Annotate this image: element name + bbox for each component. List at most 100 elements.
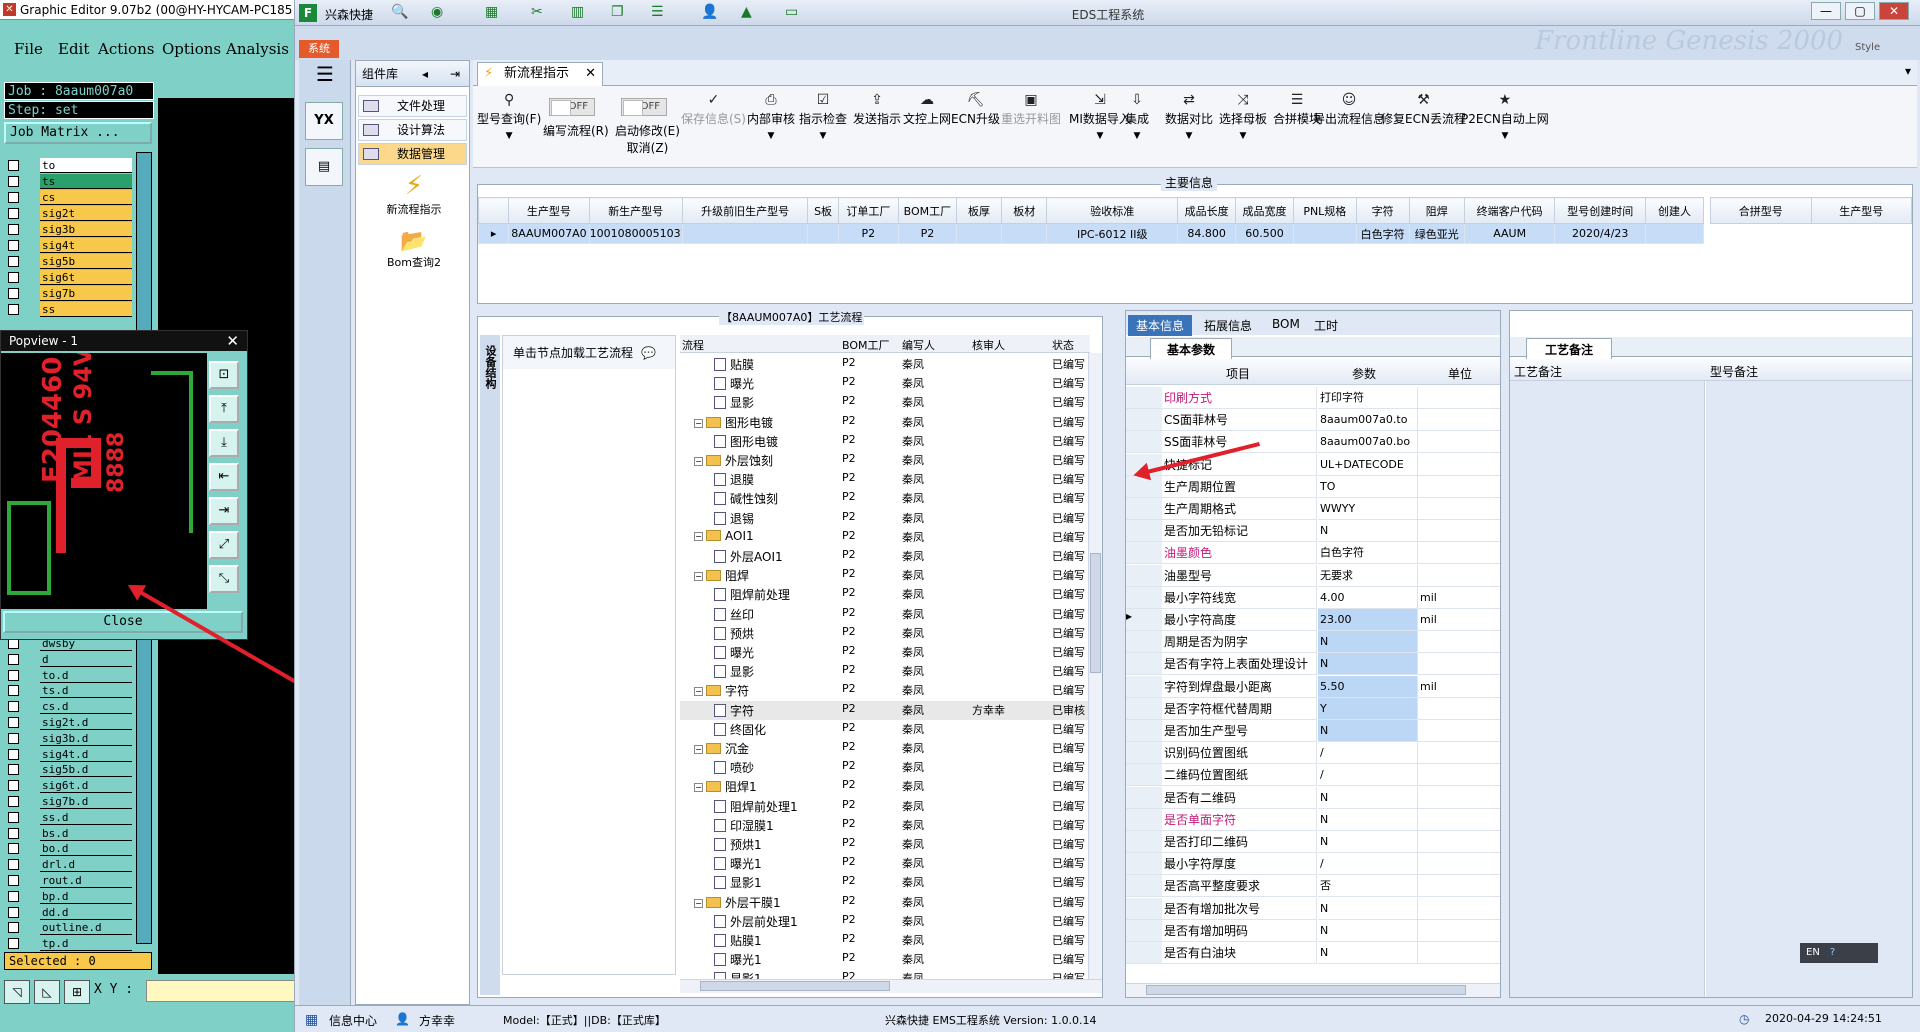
quick-window-icon[interactable]: ▭ xyxy=(785,4,798,20)
main-info-col-header[interactable]: 成品宽度 xyxy=(1235,197,1294,224)
collapse-toggle-icon[interactable]: − xyxy=(694,418,703,428)
toolbar-button-0[interactable]: ⚲ 型号查询(F) ▼ xyxy=(477,90,541,164)
col-unit[interactable]: 单位 xyxy=(1448,365,1472,382)
toggle-switch[interactable]: OFF xyxy=(549,98,595,116)
collapse-toggle-icon[interactable]: − xyxy=(694,531,703,541)
param-row[interactable]: 最小字符厚度 / xyxy=(1126,853,1500,876)
dropdown-arrow-icon[interactable]: ▼ xyxy=(747,131,795,141)
quick-cut-icon[interactable]: ✂ xyxy=(531,4,543,20)
layer-item[interactable]: bo.d xyxy=(8,841,132,857)
quick-search-icon[interactable]: 🔍 xyxy=(391,4,408,20)
main-info-col-header[interactable]: 创建人 xyxy=(1644,197,1705,224)
layer-item[interactable]: rout.d xyxy=(8,873,132,888)
toolbar-button-4[interactable]: ⎙ 内部审核 ▼ xyxy=(747,90,795,164)
flow-tree-row[interactable]: 退膜 P2 秦凤 已编写 xyxy=(680,470,1090,489)
toolbar-button-15[interactable]: ☺ 导出流程信息 xyxy=(1313,90,1385,164)
collapse-toggle-icon[interactable]: − xyxy=(694,745,703,754)
layer-item[interactable]: to.d xyxy=(8,667,132,683)
param-value[interactable]: / xyxy=(1318,853,1418,876)
process-remarks-area[interactable] xyxy=(1510,381,1705,997)
param-row[interactable]: 周期是否为阴字 N xyxy=(1126,631,1500,654)
main-info-col-header[interactable]: 型号创建时间 xyxy=(1554,197,1646,224)
flow-tree-row[interactable]: − AOI1 P2 秦凤 已编写 xyxy=(680,528,1090,547)
layer-checkbox[interactable] xyxy=(8,764,19,776)
col-status[interactable]: 状态 xyxy=(1052,337,1074,353)
menu-actions[interactable]: Actions xyxy=(98,40,154,58)
collapse-toggle-icon[interactable]: − xyxy=(694,457,703,466)
main-info-cell[interactable]: 白色字符 xyxy=(1355,223,1410,244)
param-value[interactable]: N xyxy=(1318,520,1418,543)
layer-checkbox[interactable] xyxy=(8,192,19,203)
layer-item[interactable]: dd.d xyxy=(8,904,132,920)
component-data-management[interactable]: 数据管理 xyxy=(358,143,467,165)
toggle-switch[interactable]: OFF xyxy=(621,98,667,116)
layer-checkbox[interactable] xyxy=(8,272,19,283)
layer-item[interactable]: d xyxy=(8,651,132,667)
main-info-col-header[interactable]: 板厚 xyxy=(955,197,1003,224)
menu-file[interactable]: File xyxy=(14,40,43,58)
flow-tree-row[interactable]: 阻焊前处理 P2 秦凤 已编写 xyxy=(680,585,1090,604)
layer-item[interactable]: drl.d xyxy=(8,857,132,873)
layer-item[interactable]: cs xyxy=(8,190,132,205)
dropdown-arrow-icon[interactable]: ▼ xyxy=(477,131,541,141)
toolbar-sublabel[interactable]: 取消(Z) xyxy=(615,139,680,156)
collapse-arrow-icon[interactable]: ◂ xyxy=(422,61,428,87)
main-info-cell[interactable]: 绿色亚光 xyxy=(1408,223,1465,244)
layer-checkbox[interactable] xyxy=(8,938,19,950)
grid-icon[interactable]: ⊞ xyxy=(64,980,90,1004)
toolbar-button-1[interactable]: OFF 编写流程(R) xyxy=(543,90,609,164)
main-info-col-header[interactable]: 新生产型号 xyxy=(588,197,683,224)
param-value[interactable]: 打印字符 xyxy=(1318,387,1418,409)
param-value[interactable]: WWYY xyxy=(1318,498,1418,520)
collapse-toggle-icon[interactable]: − xyxy=(694,898,703,908)
toolbar-button-11[interactable]: ⇩ 集成 ▼ xyxy=(1125,90,1149,164)
flow-tree-row[interactable]: 曝光 P2 秦凤 已编写 xyxy=(680,643,1090,662)
col-item[interactable]: 项目 xyxy=(1226,365,1250,382)
quick-copy-icon[interactable]: ❐ xyxy=(611,4,624,20)
view-fit-icon[interactable]: ⊡ xyxy=(209,361,239,389)
flow-tree-row[interactable]: 碱性蚀刻 P2 秦凤 已编写 xyxy=(680,489,1090,508)
main-info-col-header[interactable]: S板 xyxy=(807,197,839,224)
view-pan-down-icon[interactable]: ⤓ xyxy=(209,429,239,457)
collapse-toggle-icon[interactable]: − xyxy=(694,783,703,793)
param-row[interactable]: 是否单面字符 N xyxy=(1126,808,1500,831)
flow-tree-row[interactable]: − 外层干膜1 P2 秦凤 已编写 xyxy=(680,893,1090,912)
job-field[interactable]: Job : 8aaum007a0 xyxy=(4,82,154,100)
grid-apps-icon[interactable]: ▦ xyxy=(305,1012,318,1028)
param-value[interactable]: N xyxy=(1318,831,1418,853)
flow-tree-row[interactable]: 曝光 P2 秦凤 已编写 xyxy=(680,374,1090,393)
job-matrix-button[interactable]: Job Matrix ... xyxy=(4,122,152,144)
param-value[interactable]: 5.50 xyxy=(1318,675,1418,698)
param-row[interactable]: 油墨型号 无要求 xyxy=(1126,564,1500,587)
view-pan-right-icon[interactable]: ⇥ xyxy=(209,497,239,525)
dropdown-arrow-icon[interactable]: ▼ xyxy=(1069,131,1131,141)
popview-close-icon[interactable]: ✕ xyxy=(226,331,239,351)
help-icon[interactable]: ? xyxy=(1830,947,1835,958)
layer-checkbox[interactable] xyxy=(8,669,19,681)
layer-checkbox[interactable] xyxy=(8,859,19,871)
flow-tree-row[interactable]: − 字符 P2 秦凤 已编写 xyxy=(680,681,1090,700)
layer-item[interactable]: ss xyxy=(8,302,132,317)
param-value[interactable]: N xyxy=(1318,942,1418,964)
menu-options[interactable]: Options xyxy=(162,40,221,58)
layer-item[interactable]: bp.d xyxy=(8,888,132,904)
nav-calculator-icon[interactable]: ▤ xyxy=(305,148,343,186)
main-info-col-header[interactable]: 板材 xyxy=(1001,197,1048,224)
layer-item[interactable]: bs.d xyxy=(8,825,132,841)
param-row[interactable]: 是否有增加批次号 N xyxy=(1126,897,1500,920)
dropdown-arrow-icon[interactable]: ▼ xyxy=(1461,131,1549,141)
nav-yx-icon[interactable]: YX xyxy=(305,102,343,140)
toolbar-button-8[interactable]: ⛏ ECN升级 xyxy=(951,90,1000,164)
collapse-toggle-icon[interactable]: − xyxy=(694,687,703,697)
main-info-col-header[interactable]: 成品长度 xyxy=(1177,197,1237,224)
dropdown-arrow-icon[interactable]: ▼ xyxy=(1165,131,1213,141)
toolbar-button-12[interactable]: ⇄ 数据对比 ▼ xyxy=(1165,90,1213,164)
layer-item[interactable]: ts xyxy=(8,174,132,189)
bom-query-shortcut[interactable]: 📂 Bom查询2 xyxy=(370,229,458,270)
quick-film-icon[interactable]: ▥ xyxy=(571,4,584,20)
layer-checkbox[interactable] xyxy=(8,827,19,839)
main-info-cell[interactable]: P2 xyxy=(837,223,900,244)
layer-item[interactable]: ts.d xyxy=(8,683,132,699)
layer-checkbox[interactable] xyxy=(8,685,19,697)
maximize-button[interactable]: ▢ xyxy=(1845,2,1875,20)
